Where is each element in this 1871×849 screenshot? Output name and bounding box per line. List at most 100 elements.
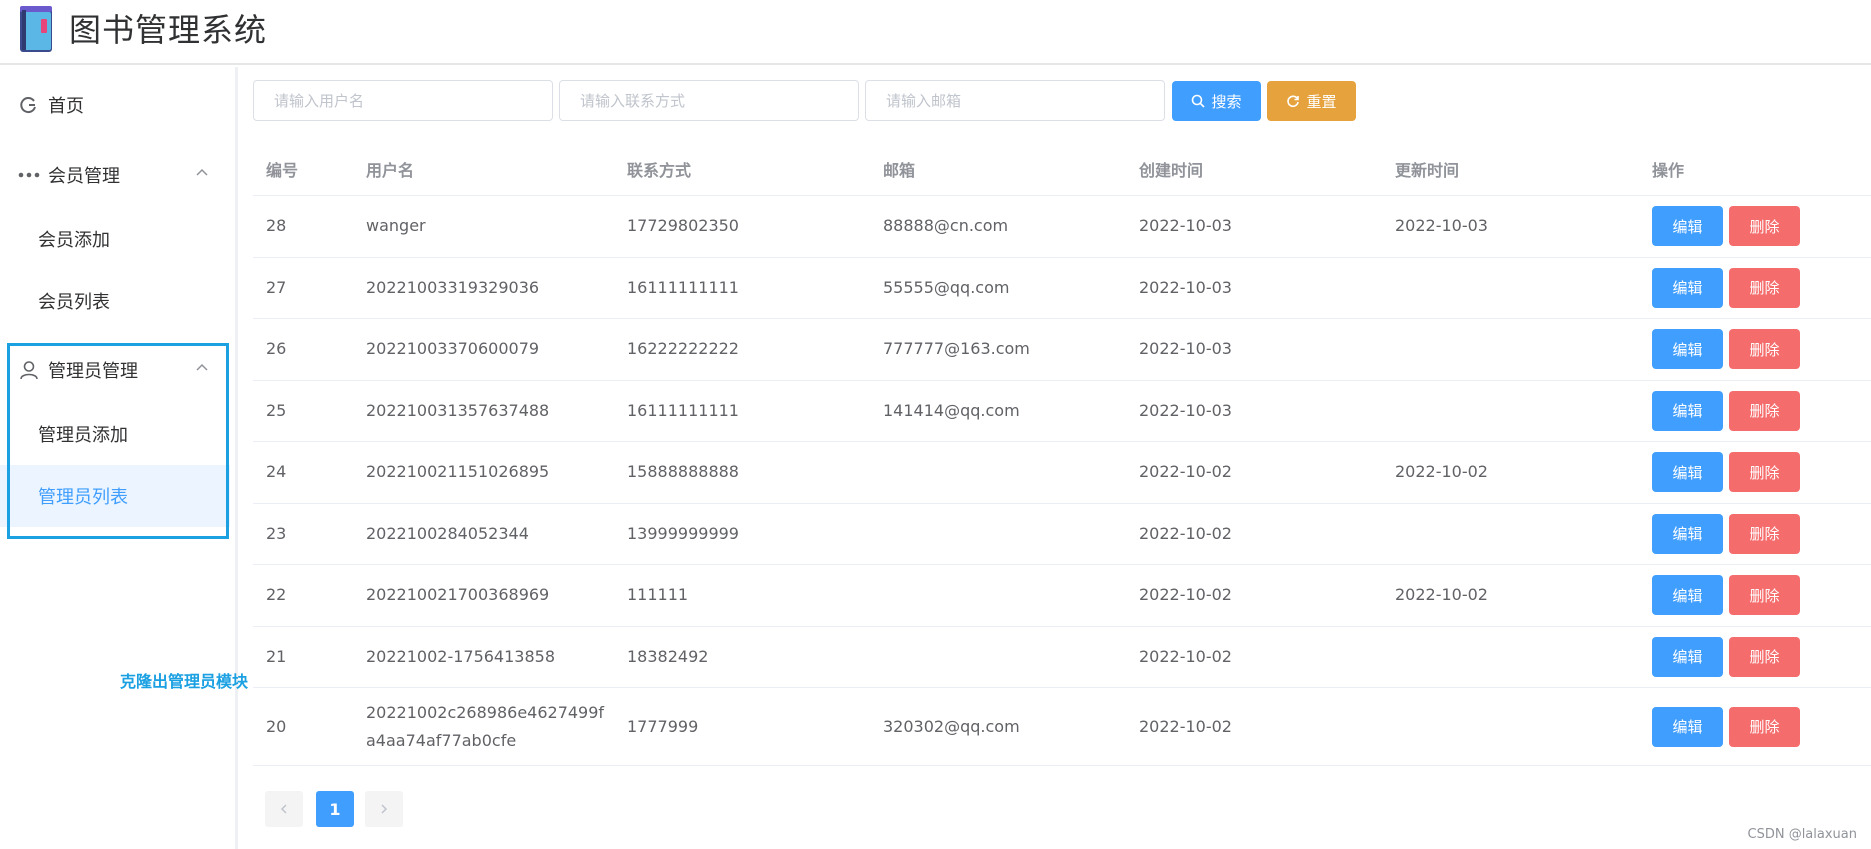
table-row: 23 2022100284052344 13999999999 2022-10-02 编… [253,504,1871,565]
cell-actions: 编辑 删除 [1652,319,1800,380]
cell-created: 2022-10-02 [1139,462,1232,482]
chevron-left-icon [280,804,287,814]
cell-username: 20221003370600079 [366,339,540,359]
cell-username: 202210031357637488 [366,400,550,420]
edit-button[interactable]: 编辑 [1652,206,1723,247]
delete-button[interactable]: 删除 [1729,452,1800,493]
table-row: 26 20221003370600079 16222222222 777777@163… [253,319,1871,381]
sidebar-item-admin-add[interactable]: 管理员添加 [0,403,230,465]
chevron-up-icon [196,363,208,371]
edit-button[interactable]: 编辑 [1652,267,1723,308]
username-search-input[interactable] [253,80,553,121]
sidebar-group-member[interactable]: 会员管理 [0,144,235,206]
edit-button[interactable]: 编辑 [1652,706,1723,747]
search-button[interactable]: 搜索 [1172,81,1261,121]
delete-button[interactable]: 删除 [1729,206,1800,247]
cell-phone: 17729802350 [627,216,739,236]
cell-id: 28 [266,216,287,236]
table-row: 24 202210021151026895 15888888888 2022-10-0… [253,442,1871,504]
cell-phone: 13999999999 [627,523,739,543]
sidebar-item-label: 首页 [48,96,84,117]
cell-email: 141414@qq.com [883,400,1020,420]
email-search-input[interactable] [865,80,1165,121]
search-button-label: 搜索 [1211,92,1242,111]
cell-created: 2022-10-02 [1139,523,1232,543]
cell-updated: 2022-10-02 [1395,585,1488,605]
cell-actions: 编辑 删除 [1652,258,1800,319]
delete-button[interactable]: 删除 [1729,575,1800,616]
cell-actions: 编辑 删除 [1652,442,1800,503]
delete-button[interactable]: 删除 [1729,390,1800,431]
edit-button[interactable]: 编辑 [1652,390,1723,431]
cell-actions: 编辑 删除 [1652,504,1800,565]
cell-id: 25 [266,400,287,420]
delete-button[interactable]: 删除 [1729,267,1800,308]
reset-button-label: 重置 [1306,92,1337,111]
cell-username: 202210021700368969 [366,585,550,605]
column-header-created: 创建时间 [1139,161,1204,180]
book-logo-icon [20,6,52,52]
edit-button[interactable]: 编辑 [1652,636,1723,677]
sidebar-item-admin-list[interactable]: 管理员列表 [0,465,230,527]
column-header-username: 用户名 [366,161,415,180]
cell-username: 20221003319329036 [366,277,540,297]
table-body: 28 wanger 17729802350 88888@cn.com 2022-10-0… [253,196,1871,766]
cell-phone: 16111111111 [627,400,739,420]
cell-updated: 2022-10-03 [1395,216,1488,236]
cell-username: wanger [366,216,426,236]
cell-actions: 编辑 删除 [1652,196,1800,257]
table-row: 27 20221003319329036 16111111111 55555@qq.c… [253,258,1871,319]
column-header-phone: 联系方式 [627,161,692,180]
cell-phone: 16222222222 [627,339,739,359]
table-row: 22 202210021700368969 111111 2022-10-02 2022… [253,565,1871,627]
cell-created: 2022-10-02 [1139,585,1232,605]
table-row: 20 20221002c268986e4627499fa4aa74af77ab0c… [253,688,1871,766]
column-header-id: 编号 [266,161,299,180]
cell-username: 202210021151026895 [366,462,550,482]
delete-button[interactable]: 删除 [1729,636,1800,677]
reset-button[interactable]: 重置 [1267,81,1356,121]
app-header: 图书管理系统 [0,0,1871,65]
cell-id: 22 [266,585,287,605]
cell-username: 20221002-1756413858 [366,646,556,666]
sidebar-group-admin[interactable]: 管理员管理 [0,339,235,401]
cell-phone: 15888888888 [627,462,739,482]
edit-button[interactable]: 编辑 [1652,513,1723,554]
cell-id: 20 [266,716,287,736]
pagination-page-1[interactable]: 1 [316,791,354,827]
phone-search-input[interactable] [559,80,859,121]
cell-id: 23 [266,523,287,543]
sidebar-item-label: 会员列表 [38,292,110,313]
edit-button[interactable]: 编辑 [1652,575,1723,616]
delete-button[interactable]: 删除 [1729,513,1800,554]
table-row: 28 wanger 17729802350 88888@cn.com 2022-10-0… [253,196,1871,258]
app-title: 图书管理系统 [69,11,268,49]
sidebar-item-member-list[interactable]: 会员列表 [0,270,230,332]
cell-username: 2022100284052344 [366,523,529,543]
sidebar-item-member-add[interactable]: 会员添加 [0,208,230,270]
refresh-icon [1287,95,1300,108]
chevron-up-icon [196,168,208,176]
cell-email: 55555@qq.com [883,277,1010,297]
delete-button[interactable]: 删除 [1729,706,1800,747]
sidebar-group-label: 管理员管理 [48,361,138,382]
pagination-prev-button[interactable] [265,791,303,827]
chevron-right-icon [381,804,388,814]
sidebar: 首页 会员管理 会员添加 会员列表 管理员管理 管理员添加 管理员列表 [0,67,238,849]
cell-created: 2022-10-03 [1139,339,1232,359]
pagination-next-button[interactable] [365,791,403,827]
cell-actions: 编辑 删除 [1652,627,1800,688]
cell-email: 88888@cn.com [883,216,1009,236]
admin-table: 编号 用户名 联系方式 邮箱 创建时间 更新时间 操作 28 wanger 1772… [253,145,1871,766]
more-dots-icon [18,164,40,186]
column-header-actions: 操作 [1652,161,1685,180]
edit-button[interactable]: 编辑 [1652,452,1723,493]
search-icon [1192,94,1206,108]
delete-button[interactable]: 删除 [1729,329,1800,370]
cell-id: 26 [266,339,287,359]
sidebar-item-home[interactable]: 首页 [0,74,235,136]
annotation-text: 克隆出管理员模块 [120,672,249,691]
refresh-icon [18,94,40,116]
cell-actions: 编辑 删除 [1652,565,1800,626]
edit-button[interactable]: 编辑 [1652,329,1723,370]
